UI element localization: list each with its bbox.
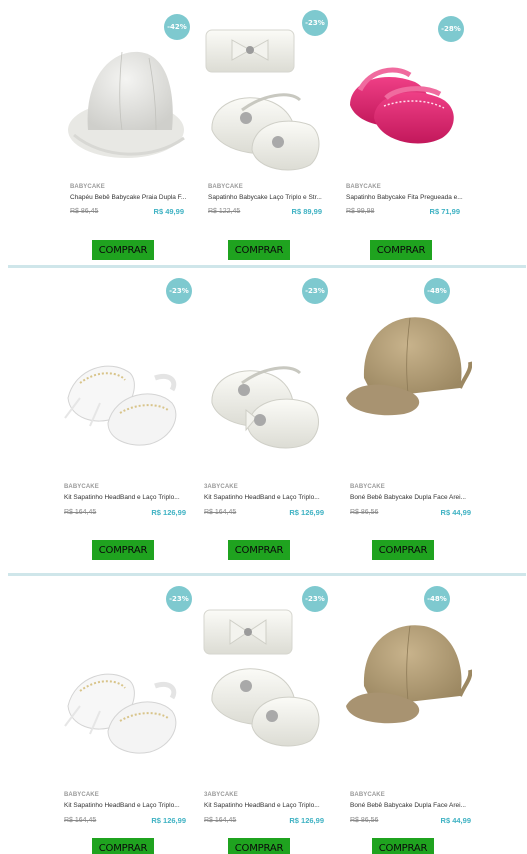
product-card[interactable]: -23% 3ABYCAKE Kit Sapatinho HeadBand e L… xyxy=(202,278,330,568)
buy-button[interactable]: COMPRAR xyxy=(92,240,154,260)
product-row: -23% BABYCAKE Kit Sapatinho HeadBand e L… xyxy=(0,576,527,854)
product-name[interactable]: Boné Bebê Babycake Dupla Face Arei... xyxy=(350,494,466,501)
product-name[interactable]: Kit Sapatinho HeadBand e Laço Triplo... xyxy=(204,802,320,809)
product-brand: BABYCAKE xyxy=(70,184,105,190)
old-price: R$ 122,45 xyxy=(208,208,241,215)
discount-badge: -48% xyxy=(424,278,450,304)
old-price: R$ 86,56 xyxy=(350,817,379,824)
product-name[interactable]: Sapatinho Babycake Laço Triplo e Str... xyxy=(208,194,322,201)
current-price: R$ 49,99 xyxy=(153,207,184,216)
product-card[interactable]: -42% BABYCAKE Chapéu Bebê Babycake Praia… xyxy=(64,10,192,265)
sheer-shoes-icon[interactable] xyxy=(60,318,188,488)
old-price: R$ 164,45 xyxy=(64,817,97,824)
product-card[interactable]: -23% BABYCAKE Sapatinho Babycake Laço Tr… xyxy=(202,10,330,265)
product-brand: 3ABYCAKE xyxy=(204,792,238,798)
current-price: R$ 126,99 xyxy=(289,508,324,517)
old-price: R$ 86,56 xyxy=(350,509,379,516)
discount-badge: -23% xyxy=(302,10,328,36)
cap-icon[interactable] xyxy=(344,288,473,458)
old-price: R$ 164,45 xyxy=(204,817,237,824)
buy-button[interactable]: COMPRAR xyxy=(372,838,434,854)
discount-badge: -23% xyxy=(302,278,328,304)
product-name[interactable]: Boné Bebê Babycake Dupla Face Arei... xyxy=(350,802,466,809)
old-price: R$ 164,45 xyxy=(204,509,237,516)
product-card[interactable]: -28% BABYCAKE Sapatinho Babycake Fita Pr… xyxy=(340,10,468,265)
discount-badge: -23% xyxy=(166,586,192,612)
product-brand: BABYCAKE xyxy=(64,792,99,798)
product-row: -23% BABYCAKE Kit Sapatinho HeadBand e L… xyxy=(0,268,527,568)
current-price: R$ 126,99 xyxy=(151,508,186,517)
buy-button[interactable]: COMPRAR xyxy=(228,540,290,560)
product-name[interactable]: Chapéu Bebê Babycake Praia Dupla F... xyxy=(70,194,186,201)
sheer-shoes-icon[interactable] xyxy=(60,626,188,796)
product-name[interactable]: Kit Sapatinho HeadBand e Laço Triplo... xyxy=(204,494,320,501)
white-shoes-icon[interactable] xyxy=(202,318,330,488)
product-name[interactable]: Kit Sapatinho HeadBand e Laço Triplo... xyxy=(64,802,180,809)
current-price: R$ 44,99 xyxy=(440,508,471,517)
discount-badge: -23% xyxy=(166,278,192,304)
product-card[interactable]: -23% BABYCAKE Kit Sapatinho HeadBand e L… xyxy=(60,586,192,854)
buy-button[interactable]: COMPRAR xyxy=(372,540,434,560)
discount-badge: -48% xyxy=(424,586,450,612)
product-card[interactable]: -23% BABYCAKE Kit Sapatinho HeadBand e L… xyxy=(60,278,192,568)
current-price: R$ 126,99 xyxy=(151,816,186,825)
current-price: R$ 126,99 xyxy=(289,816,324,825)
buy-button[interactable]: COMPRAR xyxy=(92,838,154,854)
cap-icon[interactable] xyxy=(344,596,473,766)
product-name[interactable]: Kit Sapatinho HeadBand e Laço Triplo... xyxy=(64,494,180,501)
current-price: R$ 71,99 xyxy=(429,207,460,216)
product-brand: BABYCAKE xyxy=(350,792,385,798)
old-price: R$ 164,45 xyxy=(64,509,97,516)
product-brand: BABYCAKE xyxy=(208,184,243,190)
old-price: R$ 99,98 xyxy=(346,208,375,215)
discount-badge: -23% xyxy=(302,586,328,612)
current-price: R$ 44,99 xyxy=(440,816,471,825)
old-price: R$ 86,45 xyxy=(70,208,99,215)
product-row: -42% BABYCAKE Chapéu Bebê Babycake Praia… xyxy=(0,0,527,265)
product-card[interactable]: -48% BABYCAKE Boné Bebê Babycake Dupla F… xyxy=(344,278,473,568)
current-price: R$ 89,99 xyxy=(291,207,322,216)
discount-badge: -42% xyxy=(164,14,190,40)
product-card[interactable]: -23% 3ABYCAKE Kit Sapatinho HeadBand e L… xyxy=(202,586,330,854)
product-card[interactable]: -48% BABYCAKE Boné Bebê Babycake Dupla F… xyxy=(344,586,473,854)
buy-button[interactable]: COMPRAR xyxy=(228,240,290,260)
discount-badge: -28% xyxy=(438,16,464,42)
product-brand: 3ABYCAKE xyxy=(204,484,238,490)
buy-button[interactable]: COMPRAR xyxy=(370,240,432,260)
buy-button[interactable]: COMPRAR xyxy=(92,540,154,560)
product-name[interactable]: Sapatinho Babycake Fita Pregueada e... xyxy=(346,194,463,201)
buy-button[interactable]: COMPRAR xyxy=(228,838,290,854)
product-brand: BABYCAKE xyxy=(64,484,99,490)
product-brand: BABYCAKE xyxy=(350,484,385,490)
product-brand: BABYCAKE xyxy=(346,184,381,190)
